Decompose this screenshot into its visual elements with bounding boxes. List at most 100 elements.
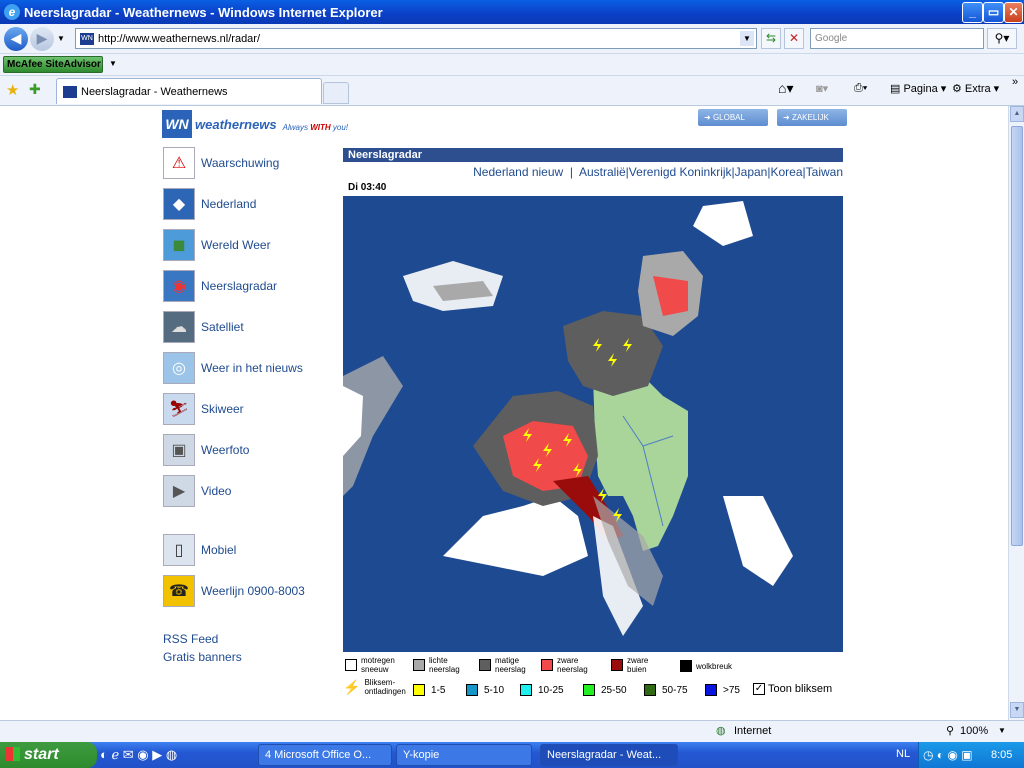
maximize-button[interactable]: ▭ xyxy=(983,2,1004,23)
refresh-button[interactable]: ⇆ xyxy=(761,28,781,49)
add-favorites-icon[interactable]: ✚ xyxy=(29,81,41,98)
legend-label: matige neerslag xyxy=(495,656,526,674)
region-link-nederland[interactable]: Nederland nieuw xyxy=(473,165,563,179)
rss-feed-link[interactable]: RSS Feed xyxy=(163,632,218,646)
address-url: http://www.weathernews.nl/radar/ xyxy=(98,32,261,45)
precip-far-north xyxy=(693,201,753,246)
minimize-button[interactable]: _ xyxy=(962,2,983,23)
region-links: Nederland nieuw | Australië|Verenigd Kon… xyxy=(473,165,843,179)
history-dropdown-icon[interactable]: ▼ xyxy=(57,34,65,43)
toon-bliksem-toggle[interactable]: ✓ Toon bliksem xyxy=(753,683,832,695)
stop-button[interactable]: ✕ xyxy=(784,28,804,49)
global-button[interactable]: ➜ GLOBAL xyxy=(698,109,768,126)
nav-item-mobiel[interactable]: ▯ Mobiel xyxy=(163,533,236,567)
nav-item-weerlijn[interactable]: ☎ Weerlijn 0900-8003 xyxy=(163,574,305,608)
nav-label: Weerfoto xyxy=(201,443,250,457)
nav-label: Weer in het nieuws xyxy=(201,361,303,375)
legend-lightning-10-25: 10-25 xyxy=(520,684,564,696)
scrollbar-thumb[interactable] xyxy=(1011,126,1023,546)
address-field[interactable]: WN http://www.weathernews.nl/radar/ ▼ xyxy=(75,28,757,49)
tab-neerslagradar[interactable]: Neerslagradar - Weathernews xyxy=(56,78,322,104)
task-outlook[interactable]: 4 Microsoft Office O... xyxy=(258,744,392,766)
nav-item-wereld-weer[interactable]: ◼ Wereld Weer xyxy=(163,228,271,262)
page-menu-label: Pagina xyxy=(903,83,938,95)
legend-swatch xyxy=(413,659,425,671)
zakelijk-label: ZAKELIJK xyxy=(791,113,829,122)
legend-swatch xyxy=(583,684,595,696)
address-toolbar: ◀ ▶ ▼ WN http://www.weathernews.nl/radar… xyxy=(0,24,1024,54)
precip-southeast xyxy=(723,496,793,586)
nav-item-skiweer[interactable]: ⛷ Skiweer xyxy=(163,392,244,426)
feeds-icon[interactable]: ◙▾ xyxy=(816,82,828,95)
tab-toolbar: ★ ✚ Neerslagradar - Weathernews ⌂▾ ◙▾ ⎙▾… xyxy=(0,76,1024,106)
back-button[interactable]: ◀ xyxy=(4,27,28,51)
zoom-dropdown-icon[interactable]: ▼ xyxy=(998,726,1006,735)
legend-label: wolkbreuk xyxy=(696,661,733,671)
start-label: start xyxy=(24,746,59,763)
page-menu[interactable]: ▤ Pagina ▾ xyxy=(890,82,946,95)
legend-label: zware neerslag xyxy=(557,656,588,674)
zone-label: Internet xyxy=(734,725,772,737)
toon-bliksem-checkbox[interactable]: ✓ xyxy=(753,683,765,695)
legend-lightning-label: Bliksem-ontladingen xyxy=(364,678,406,696)
scroll-down-icon[interactable]: ▼ xyxy=(1010,702,1024,718)
toon-bliksem-label: Toon bliksem xyxy=(768,683,833,695)
address-dropdown-icon[interactable]: ▼ xyxy=(740,31,754,46)
region-link-vk[interactable]: Verenigd Koninkrijk xyxy=(629,165,732,179)
favorites-star-icon[interactable]: ★ xyxy=(6,81,19,99)
nav-label: Video xyxy=(201,484,232,498)
legend-lightning-5-10: 5-10 xyxy=(466,684,504,696)
mcafee-siteadvisor-button[interactable]: McAfee SiteAdvisor xyxy=(3,56,103,73)
weathernews-logo[interactable]: WN weathernews Always WITH you! xyxy=(162,110,348,138)
gratis-banners-link[interactable]: Gratis banners xyxy=(163,650,242,664)
quicklaunch-icons[interactable]: ◐ ℯ ✉ ◉ ▶ ◍ xyxy=(100,747,177,763)
nav-label: Nederland xyxy=(201,197,257,211)
legend-label: zware buien xyxy=(627,656,649,674)
warning-icon: ⚠ xyxy=(163,147,195,179)
zakelijk-button[interactable]: ➜ ZAKELIJK xyxy=(777,109,847,126)
radar-map[interactable] xyxy=(343,196,843,652)
nav-item-weerfoto[interactable]: ▣ Weerfoto xyxy=(163,433,249,467)
mcafee-dropdown-icon[interactable]: ▼ xyxy=(109,59,117,68)
region-link-japan[interactable]: Japan xyxy=(735,165,768,179)
start-button[interactable]: start xyxy=(0,742,97,768)
region-link-korea[interactable]: Korea xyxy=(770,165,802,179)
task-folder[interactable]: Y-kopie xyxy=(396,744,532,766)
tools-menu[interactable]: ⚙ Extra ▾ xyxy=(952,82,999,95)
legend-item-wolkbreuk: wolkbreuk xyxy=(680,660,732,672)
nav-item-waarschuwing[interactable]: ⚠ Waarschuwing xyxy=(163,146,279,180)
toolbar-overflow-icon[interactable]: » xyxy=(1012,76,1018,88)
skier-icon: ⛷ xyxy=(163,393,195,425)
nav-item-satelliet[interactable]: ☁ Satelliet xyxy=(163,310,244,344)
tab-favicon-icon xyxy=(63,85,77,98)
nav-item-nederland[interactable]: ◆ Nederland xyxy=(163,187,256,221)
tray-icons[interactable]: ◷ ◐ ◉ ▣ xyxy=(923,742,973,768)
world-map-icon: ◼ xyxy=(163,229,195,261)
print-icon[interactable]: ⎙▾ xyxy=(854,82,867,95)
region-link-australie[interactable]: Australië xyxy=(579,165,626,179)
search-button[interactable]: ⚲▾ xyxy=(987,28,1017,49)
language-indicator[interactable]: NL xyxy=(896,748,910,760)
home-icon[interactable]: ⌂▾ xyxy=(778,80,793,97)
taskbar: start ◐ ℯ ✉ ◉ ▶ ◍ 4 Microsoft Office O..… xyxy=(0,742,1024,768)
new-tab-button[interactable] xyxy=(323,82,349,104)
legend-lightning-title: ⚡ Bliksem-ontladingen xyxy=(343,678,414,696)
search-input[interactable]: Google xyxy=(810,28,984,49)
task-ie[interactable]: Neerslagradar - Weat... xyxy=(540,744,678,766)
legend-swatch xyxy=(413,684,425,696)
zoom-level[interactable]: 100% xyxy=(960,725,988,737)
nav-label: Satelliet xyxy=(201,320,244,334)
forward-button[interactable]: ▶ xyxy=(30,27,54,51)
close-window-button[interactable]: ✕ xyxy=(1004,2,1023,23)
nav-item-weer-in-het-nieuws[interactable]: ◎ Weer in het nieuws xyxy=(163,351,303,385)
nav-item-neerslagradar[interactable]: ◉ Neerslagradar xyxy=(163,269,277,303)
region-link-taiwan[interactable]: Taiwan xyxy=(806,165,843,179)
windows-logo-icon xyxy=(6,747,20,761)
vertical-scrollbar[interactable]: ▲ ▼ xyxy=(1008,106,1024,720)
tab-title: Neerslagradar - Weathernews xyxy=(81,85,228,98)
system-tray: ◷ ◐ ◉ ▣ 8:05 xyxy=(918,742,1024,768)
scroll-up-icon[interactable]: ▲ xyxy=(1010,106,1024,122)
legend-swatch xyxy=(705,684,717,696)
logo-name: weathernews xyxy=(195,116,277,132)
nav-item-video[interactable]: ▶ Video xyxy=(163,474,231,508)
